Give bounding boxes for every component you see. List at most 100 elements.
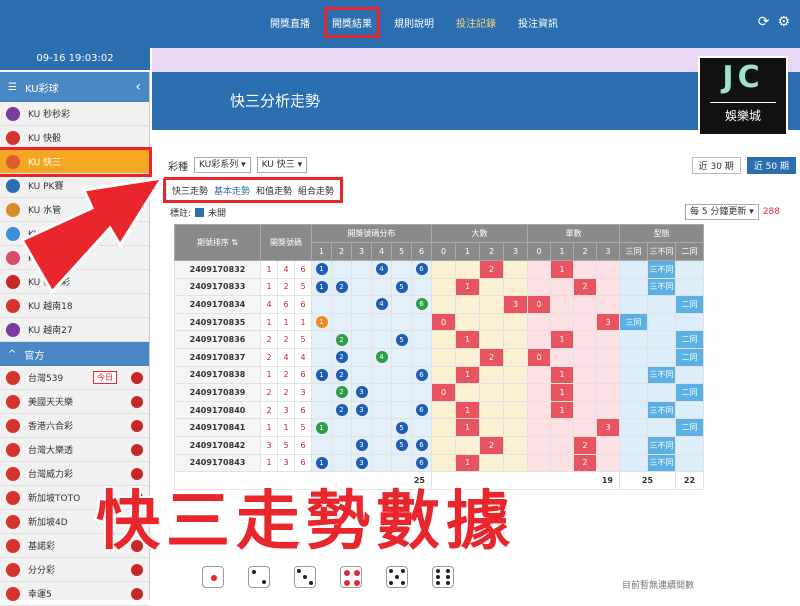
tab-basic-trend[interactable]: 基本走勢 — [214, 184, 250, 197]
sidebar-item[interactable]: 香港六合彩 — [0, 414, 149, 438]
odd-cell — [596, 347, 620, 367]
dist-cell: 1 — [311, 260, 332, 279]
overlay-title: 快三走勢數據 — [94, 483, 516, 561]
period-cell: 2409170842 — [174, 435, 261, 455]
hit-ball: 5 — [395, 280, 408, 293]
refresh-icon[interactable]: ⟳ — [758, 14, 770, 30]
sidebar-item[interactable]: 台灣大樂透 — [0, 438, 149, 462]
menu-icon[interactable]: ☰ — [8, 82, 17, 93]
odd-cell — [550, 435, 574, 455]
collapse-icon[interactable]: ‹ — [135, 79, 141, 95]
dist-cell: 6 — [411, 365, 432, 385]
dice-pip — [211, 575, 217, 581]
draw-number: 1 — [277, 418, 295, 437]
hit-ball: 6 — [415, 263, 428, 276]
tab-k3-trend[interactable]: 快三走勢 — [172, 184, 208, 197]
odd-cell: 1 — [550, 260, 574, 279]
draw-number: 3 — [277, 400, 295, 420]
sidebar-item[interactable]: KU 越南27 — [0, 318, 149, 342]
tab-combo-trend[interactable]: 組合走勢 — [298, 184, 334, 197]
tab-sum-trend[interactable]: 和值走勢 — [256, 184, 292, 197]
sidebar-title: KU彩球 — [24, 83, 59, 95]
hit-ball: 1 — [315, 368, 328, 381]
sidebar-item[interactable]: 美國天天樂 — [0, 390, 149, 414]
period-cell: 2409170835 — [174, 312, 261, 332]
dist-cell — [331, 312, 352, 332]
summary-cell: 22 — [675, 471, 704, 490]
dice-face-icon[interactable] — [202, 566, 224, 588]
refresh-select[interactable]: 每 5 分鐘更新 ▾ — [684, 204, 759, 220]
refresh-value: 每 5 分鐘更新 — [689, 207, 747, 217]
type-cell — [647, 418, 676, 437]
flag-icon — [131, 419, 143, 432]
hit-ball: 1 — [315, 456, 328, 469]
nav-bet-records[interactable]: 投注記錄 — [456, 15, 496, 30]
type-cell — [619, 295, 648, 314]
dist-cell: 6 — [411, 400, 432, 420]
big-cell — [455, 312, 480, 332]
draw-number: 1 — [277, 312, 295, 332]
big-cell: 1 — [455, 330, 480, 349]
dist-cell: 6 — [411, 295, 432, 314]
header-type: 型態 — [619, 224, 704, 243]
big-cell — [479, 418, 504, 437]
dice-face-icon[interactable] — [294, 566, 316, 588]
subheader-cell: 0 — [431, 242, 456, 261]
sidebar-item-label: 分分彩 — [28, 566, 56, 576]
type-cell — [619, 453, 648, 473]
dice-pip — [252, 570, 256, 574]
dice-face-icon[interactable] — [340, 566, 362, 588]
sidebar-section-official[interactable]: ^ 官方 — [0, 342, 149, 366]
dist-cell: 5 — [391, 418, 412, 437]
dist-cell: 3 — [351, 453, 372, 473]
draw-number: 6 — [294, 435, 312, 455]
period-30-button[interactable]: 近 30 期 — [691, 156, 741, 174]
sidebar-item[interactable]: KU 秒秒彩 — [0, 102, 149, 126]
type-cell: 三不同 — [647, 260, 676, 279]
odd-cell: 3 — [596, 312, 620, 332]
nav-rules[interactable]: 規則說明 — [394, 15, 434, 30]
settings-icon[interactable]: ⚙ — [777, 14, 790, 30]
big-cell — [455, 347, 480, 367]
game-select[interactable]: KU 快三 ▾ — [256, 157, 308, 173]
unopened-checkbox[interactable] — [195, 208, 205, 217]
notes-label: 標註: — [170, 209, 192, 219]
sidebar-item[interactable]: KU 快骰 — [0, 126, 149, 150]
header-period[interactable]: 期號排序 ⇅ — [174, 224, 261, 261]
dist-cell: 2 — [331, 400, 352, 420]
nav-results[interactable]: 開獎結果 — [324, 7, 380, 38]
nav-live[interactable]: 開獎直播 — [270, 15, 310, 30]
flag-icon — [131, 371, 143, 384]
period-buttons: 近 30 期 近 50 期 — [691, 156, 796, 174]
draw-number: 6 — [294, 453, 312, 473]
view-tabs: 快三走勢 基本走勢 和值走勢 組合走勢 — [162, 177, 344, 203]
series-select[interactable]: KU彩系列 ▾ — [194, 157, 251, 173]
hit-ball: 6 — [415, 456, 428, 469]
lottery-icon — [6, 514, 20, 529]
odd-cell — [573, 400, 597, 420]
odd-cell — [573, 347, 597, 367]
subheader-cell: 1 — [311, 242, 332, 261]
dist-cell — [371, 365, 392, 385]
period-50-button[interactable]: 近 50 期 — [746, 156, 796, 174]
sidebar-item[interactable]: 幸運5 — [0, 582, 149, 606]
odd-cell — [527, 435, 551, 455]
type-cell — [647, 347, 676, 367]
odd-cell: 2 — [573, 277, 597, 297]
nav-bet-info[interactable]: 投注資訊 — [518, 15, 558, 30]
sidebar-item[interactable]: 台灣539 今日 — [0, 366, 149, 390]
dist-cell — [391, 400, 412, 420]
draw-number: 2 — [260, 383, 278, 402]
big-cell: 3 — [503, 295, 528, 314]
dice-face-icon[interactable] — [432, 566, 454, 588]
draw-number: 4 — [277, 260, 295, 279]
big-cell — [431, 330, 456, 349]
odd-cell — [527, 365, 551, 385]
big-cell — [455, 295, 480, 314]
big-cell: 1 — [455, 418, 480, 437]
sidebar-item-label: 新加坡4D — [28, 518, 68, 528]
dice-face-icon[interactable] — [248, 566, 270, 588]
dice-face-icon[interactable] — [386, 566, 408, 588]
dist-cell: 2 — [331, 330, 352, 349]
game-icon — [6, 202, 20, 217]
